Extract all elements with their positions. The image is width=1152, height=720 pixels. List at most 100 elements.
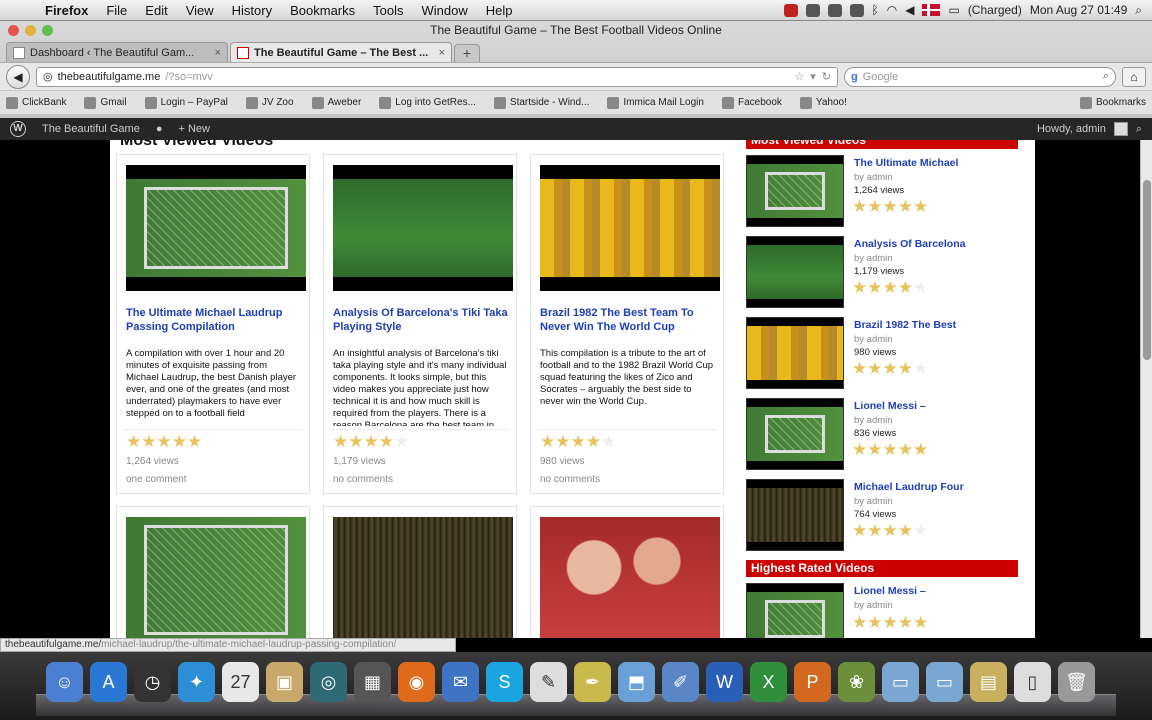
video-title-link[interactable]: Brazil 1982 The Best Team To Never Win T… — [540, 306, 716, 334]
bookmark-item[interactable]: Yahoo! — [799, 96, 847, 109]
close-tab-icon[interactable]: × — [439, 47, 445, 59]
star-filled-icon[interactable]: ★ — [852, 278, 867, 297]
star-filled-icon[interactable]: ★ — [883, 440, 898, 459]
star-filled-icon[interactable]: ★ — [172, 432, 187, 451]
photo-icon[interactable]: ▣ — [266, 662, 303, 702]
sidebar-video-title[interactable]: Lionel Messi – — [854, 585, 926, 597]
sidebar-video-title[interactable]: Lionel Messi – — [854, 400, 926, 412]
sidebar-thumbnail[interactable] — [746, 479, 844, 551]
star-filled-icon[interactable]: ★ — [883, 197, 898, 216]
star-filled-icon[interactable]: ★ — [157, 432, 172, 451]
comments-icon[interactable]: ● — [156, 123, 163, 135]
star-rating[interactable]: ★★★★★ — [333, 432, 409, 452]
star-empty-icon[interactable]: ★ — [601, 432, 616, 451]
dashboard-icon[interactable]: ◷ — [134, 662, 171, 702]
admin-bar-new[interactable]: + New — [179, 123, 211, 135]
dropdown-icon[interactable]: ▾ — [810, 70, 816, 83]
tab-the-beautiful-game[interactable]: The Beautiful Game – The Best ... × — [230, 42, 452, 62]
back-button[interactable]: ◀ — [6, 64, 30, 89]
video-thumbnail[interactable] — [126, 165, 306, 291]
star-filled-icon[interactable]: ★ — [883, 278, 898, 297]
menu-window[interactable]: Window — [413, 3, 477, 18]
bookmark-item[interactable]: Login – PayPal — [144, 96, 228, 109]
comments-link[interactable]: no comments — [540, 474, 600, 485]
bookmark-item[interactable]: Facebook — [721, 96, 782, 109]
textedit-icon[interactable]: ✎ — [530, 662, 567, 702]
video-thumbnail[interactable] — [333, 165, 513, 291]
google-icon[interactable]: g — [851, 71, 858, 83]
star-filled-icon[interactable]: ★ — [852, 440, 867, 459]
star-filled-icon[interactable]: ★ — [348, 432, 363, 451]
star-filled-icon[interactable]: ★ — [867, 613, 882, 632]
tray-sync-icon[interactable] — [827, 3, 842, 17]
star-filled-icon[interactable]: ★ — [379, 432, 394, 451]
star-filled-icon[interactable]: ★ — [852, 613, 867, 632]
url-bar[interactable]: ◎ thebeautifulgame.me /?so=mvv ☆ ▾ ↻ — [36, 66, 838, 87]
pen-icon[interactable]: ✒ — [574, 662, 611, 702]
sidebar-video-title[interactable]: The Ultimate Michael — [854, 157, 958, 169]
star-filled-icon[interactable]: ★ — [555, 432, 570, 451]
star-empty-icon[interactable]: ★ — [913, 521, 928, 540]
star-filled-icon[interactable]: ★ — [898, 359, 913, 378]
menu-app-name[interactable]: Firefox — [36, 3, 97, 18]
star-filled-icon[interactable]: ★ — [333, 432, 348, 451]
bookmark-item[interactable]: Aweber — [311, 96, 361, 109]
sidebar-thumbnail[interactable] — [746, 155, 844, 227]
star-filled-icon[interactable]: ★ — [913, 197, 928, 216]
minimize-window-icon[interactable] — [25, 25, 36, 36]
star-filled-icon[interactable]: ★ — [571, 432, 586, 451]
danish-flag-icon[interactable] — [922, 4, 941, 16]
star-filled-icon[interactable]: ★ — [852, 521, 867, 540]
sidebar-thumbnail[interactable] — [746, 583, 844, 638]
close-window-icon[interactable] — [8, 25, 19, 36]
scrollbar-thumb[interactable] — [1143, 180, 1151, 360]
document-icon[interactable]: ▯ — [1014, 662, 1051, 702]
menu-tools[interactable]: Tools — [364, 3, 412, 18]
search-box[interactable]: g Google ⌕ — [844, 66, 1116, 87]
star-filled-icon[interactable]: ★ — [898, 278, 913, 297]
star-filled-icon[interactable]: ★ — [867, 278, 882, 297]
bookmark-item[interactable]: Gmail — [84, 96, 127, 109]
video-title-link[interactable]: The Ultimate Michael Laudrup Passing Com… — [126, 306, 302, 334]
spotlight-icon[interactable]: ⌕ — [1135, 3, 1142, 18]
video-title-link[interactable]: Analysis Of Barcelona's Tiki Taka Playin… — [333, 306, 509, 334]
star-filled-icon[interactable]: ★ — [867, 197, 882, 216]
tray-record-icon[interactable] — [783, 3, 798, 17]
folder-icon[interactable]: ▭ — [882, 662, 919, 702]
word-icon[interactable]: W — [706, 662, 743, 702]
star-filled-icon[interactable]: ★ — [883, 359, 898, 378]
star-filled-icon[interactable]: ★ — [883, 613, 898, 632]
star-rating[interactable]: ★★★★★ — [852, 278, 928, 298]
archive-icon[interactable]: ▤ — [970, 662, 1007, 702]
star-filled-icon[interactable]: ★ — [867, 440, 882, 459]
star-filled-icon[interactable]: ★ — [898, 613, 913, 632]
time-machine-icon[interactable]: ◎ — [310, 662, 347, 702]
menu-view[interactable]: View — [177, 3, 223, 18]
star-filled-icon[interactable]: ★ — [867, 359, 882, 378]
app-store-icon[interactable]: A — [90, 662, 127, 702]
search-icon[interactable]: ⌕ — [1103, 70, 1109, 83]
avatar[interactable] — [1113, 122, 1128, 136]
video-thumbnail[interactable] — [333, 517, 513, 638]
trash-icon[interactable]: 🗑 — [1058, 662, 1095, 702]
sidebar-thumbnail[interactable] — [746, 317, 844, 389]
star-filled-icon[interactable]: ★ — [187, 432, 202, 451]
star-rating[interactable]: ★★★★★ — [852, 359, 928, 379]
reload-icon[interactable]: ↻ — [822, 70, 831, 83]
folder-icon-2[interactable]: ▭ — [926, 662, 963, 702]
video-thumbnail[interactable] — [540, 165, 720, 291]
star-filled-icon[interactable]: ★ — [867, 521, 882, 540]
wordpress-logo-icon[interactable]: W — [10, 121, 26, 137]
admin-search-icon[interactable]: ⌕ — [1136, 123, 1142, 136]
page-scrollbar[interactable] — [1140, 140, 1152, 638]
clock[interactable]: Mon Aug 27 01:49 — [1030, 3, 1127, 17]
bookmark-item[interactable]: JV Zoo — [245, 96, 294, 109]
star-filled-icon[interactable]: ★ — [540, 432, 555, 451]
star-filled-icon[interactable]: ★ — [126, 432, 141, 451]
tray-gear-icon[interactable] — [849, 3, 864, 17]
calendar-icon[interactable]: 27 — [222, 662, 259, 702]
star-filled-icon[interactable]: ★ — [852, 359, 867, 378]
editor-icon[interactable]: ✐ — [662, 662, 699, 702]
sidebar-thumbnail[interactable] — [746, 398, 844, 470]
star-rating[interactable]: ★★★★★ — [540, 432, 616, 452]
